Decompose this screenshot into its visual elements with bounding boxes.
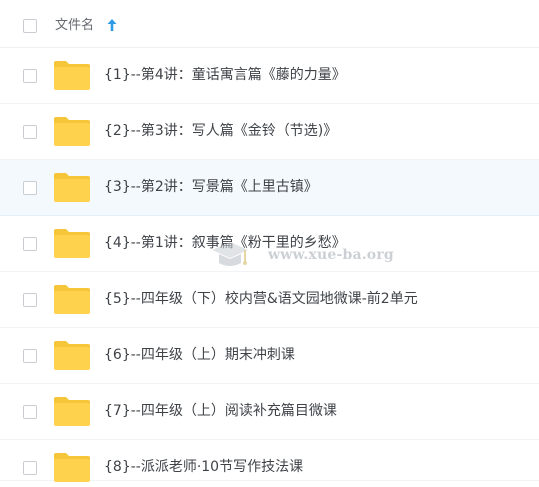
file-name[interactable]: {7}--四年级（上）阅读补充篇目微课 [104, 401, 337, 421]
row-checkbox[interactable] [23, 461, 37, 475]
file-list: 文件名 {1}--第4讲：童话寓言篇《藤的力量》 {2}--第3讲：写人篇《金铃… [0, 0, 539, 483]
file-row[interactable]: {1}--第4讲：童话寓言篇《藤的力量》 [0, 48, 539, 104]
row-checkbox[interactable] [23, 405, 37, 419]
folder-icon [53, 59, 91, 91]
arrow-up-icon[interactable] [106, 17, 118, 33]
file-row[interactable]: {7}--四年级（上）阅读补充篇目微课 [0, 384, 539, 440]
row-checkbox[interactable] [23, 349, 37, 363]
file-row[interactable]: {4}--第1讲：叙事篇《粉干里的乡愁》 [0, 216, 539, 272]
row-checkbox[interactable] [23, 293, 37, 307]
folder-icon [53, 227, 91, 259]
file-row-hovered[interactable]: {3}--第2讲：写景篇《上里古镇》 [0, 160, 539, 216]
file-row[interactable]: {2}--第3讲：写人篇《金铃（节选)》 [0, 104, 539, 160]
file-row[interactable]: {5}--四年级（下）校内营&语文园地微课-前2单元 [0, 272, 539, 328]
row-checkbox[interactable] [23, 181, 37, 195]
folder-icon [53, 283, 91, 315]
file-row[interactable]: {6}--四年级（上）期末冲刺课 [0, 328, 539, 384]
file-name[interactable]: {5}--四年级（下）校内营&语文园地微课-前2单元 [104, 289, 418, 309]
folder-icon [53, 395, 91, 427]
row-checkbox[interactable] [23, 237, 37, 251]
file-name[interactable]: {8}--派派老师·10节写作技法课 [104, 457, 303, 477]
file-name[interactable]: {6}--四年级（上）期末冲刺课 [104, 345, 295, 365]
file-row[interactable]: {8}--派派老师·10节写作技法课 [0, 440, 539, 483]
file-name[interactable]: {2}--第3讲：写人篇《金铃（节选)》 [104, 121, 337, 141]
folder-icon [53, 171, 91, 203]
select-all-checkbox[interactable] [23, 19, 37, 33]
folder-icon [53, 339, 91, 371]
file-name[interactable]: {3}--第2讲：写景篇《上里古镇》 [104, 177, 318, 197]
row-checkbox[interactable] [23, 69, 37, 83]
file-name[interactable]: {1}--第4讲：童话寓言篇《藤的力量》 [104, 65, 346, 85]
file-name[interactable]: {4}--第1讲：叙事篇《粉干里的乡愁》 [104, 233, 346, 253]
folder-icon [53, 115, 91, 147]
row-checkbox[interactable] [23, 125, 37, 139]
file-list-header: 文件名 [0, 0, 539, 48]
folder-icon [53, 451, 91, 483]
filename-column-header[interactable]: 文件名 [55, 16, 94, 36]
